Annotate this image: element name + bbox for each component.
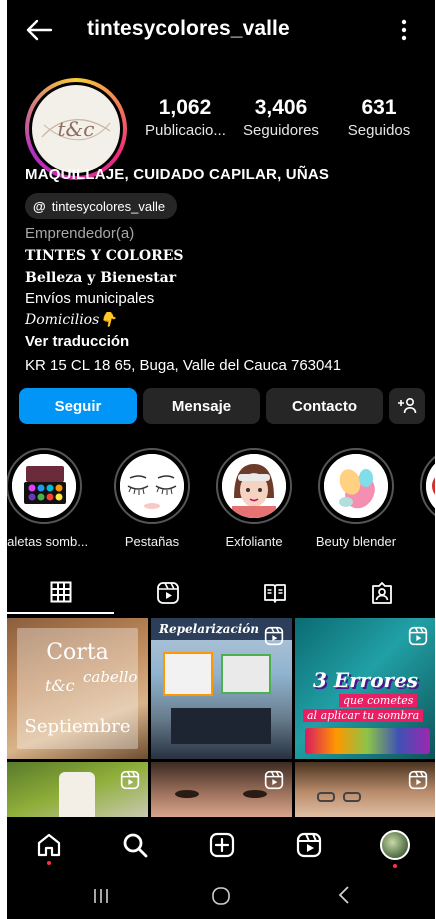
back-system-icon[interactable] [337,885,351,905]
profile-username: tintesycolores_valle [87,17,290,40]
highlight-label: Exfoliante [225,534,283,549]
add-person-icon [398,397,417,414]
post-text: Repelarización [159,622,260,636]
bio-tagline: Belleza y Bienestar [25,269,177,286]
message-button[interactable]: Mensaje [143,388,260,424]
face-mask-icon [222,454,286,518]
highlight-lashes[interactable]: Pestañas [107,448,197,549]
highlight-cover-icon [426,454,435,518]
post-text: cabello [83,668,138,686]
post-glasses [343,792,361,802]
product-shelf [171,708,271,744]
stat-label: Seguidos [347,122,411,139]
profile-bio: Emprendedor(a) TINTES Y COLORES Belleza … [25,224,430,376]
post-text: Septiembre [24,716,131,737]
stat-label: Seguidores [243,122,319,139]
translate-link[interactable]: Ver traducción [25,332,430,353]
bio-address[interactable]: KR 15 CL 18 65, Buga, Valle del Cauca 76… [25,356,430,377]
reel-badge-icon [408,626,428,646]
highlight-palettes[interactable]: paletas somb... [7,448,89,549]
contact-button[interactable]: Contacto [266,388,383,424]
profile-screen: tintesycolores_valle t&c 1,062 Publicaci… [7,0,435,919]
highlight-label: Beuty blender [315,534,397,549]
post-text: Corta [46,640,109,665]
more-options-icon[interactable] [399,18,409,42]
post-text: que cometes [339,694,418,707]
stat-value: 1,062 [158,96,212,119]
bio-line: Domicilios👇 [25,312,117,328]
bio-name: TINTES Y COLORES [25,247,184,264]
suggest-people-button[interactable] [389,388,425,424]
notification-dot [393,864,397,868]
threads-link[interactable]: @ tintesycolores_valle [25,193,178,219]
stat-following[interactable]: 631 Seguidos [341,96,417,142]
reel-badge-icon [264,626,284,646]
stat-posts[interactable]: 1,062 Publicacio... [145,96,226,142]
profile-avatar[interactable]: t&c [25,78,127,180]
bottom-navigation [7,817,435,873]
recent-apps-icon[interactable] [91,887,111,905]
highlight-exfoliant[interactable]: Exfoliante [209,448,299,549]
content-tabs [7,572,435,614]
stat-label: Publicacio... [145,122,226,139]
notification-dot [47,861,51,865]
tab-grid[interactable] [7,572,114,614]
threads-handle: tintesycolores_valle [51,198,166,214]
grid-icon [50,581,71,603]
tagged-person-icon [371,582,392,604]
post-eye [175,790,199,798]
post-thumbnail[interactable] [151,762,292,817]
tab-tagged[interactable] [328,572,435,614]
post-text: al aplicar tu sombra [303,709,424,722]
stat-followers[interactable]: 3,406 Seguidores [239,96,323,142]
reel-badge-icon [120,770,140,790]
avatar-logo-text: t&c [57,117,95,141]
tab-guides[interactable] [221,572,328,614]
top-bar: tintesycolores_valle [7,12,435,48]
home-icon[interactable] [35,831,63,859]
post-eye [243,790,267,798]
back-arrow-icon[interactable] [25,18,53,42]
bio-role: Emprendedor(a) [25,225,135,242]
profile-avatar-nav[interactable] [380,830,410,860]
highlight-label: Pestañas [124,534,180,549]
post-thumbnail[interactable]: Repelarización [151,618,292,759]
palette-strip [305,728,430,754]
eyeshadow-palette-icon [12,454,76,518]
stat-value: 3,406 [254,96,308,119]
bio-line: Envíos municipales [25,289,155,307]
post-thumbnail[interactable] [7,762,148,817]
reel-badge-icon [264,770,284,790]
product-box [163,652,213,696]
highlight-more[interactable] [413,448,435,524]
guides-book-icon [263,584,286,603]
reels-nav-icon[interactable] [295,831,323,859]
system-navigation [7,873,435,919]
post-text: 3 Errores [313,668,419,692]
threads-icon: @ [33,198,46,214]
create-post-icon[interactable] [208,831,236,859]
eyelashes-icon [120,454,184,518]
post-thumbnail[interactable]: Corta t&c cabello Septiembre [7,618,148,759]
reels-icon [156,582,179,604]
highlight-beauty-blender[interactable]: Beuty blender [311,448,401,549]
product-bottle [59,772,95,817]
profile-category: MAQUILLAJE, CUIDADO CAPILAR, UÑAS [25,166,330,183]
beauty-blender-icon [324,454,388,518]
stat-value: 631 [361,96,397,119]
post-text: t&c [45,676,75,695]
post-glasses [317,792,335,802]
reel-badge-icon [408,770,428,790]
follow-button[interactable]: Seguir [19,388,137,424]
profile-category-row: MAQUILLAJE, CUIDADO CAPILAR, UÑAS [25,166,425,183]
home-system-icon[interactable] [211,885,231,907]
post-thumbnail[interactable] [295,762,435,817]
search-icon[interactable] [121,831,149,859]
product-box [221,654,271,694]
tab-reels[interactable] [114,572,221,614]
post-thumbnail[interactable]: 3 Errores que cometes al aplicar tu somb… [295,618,435,759]
highlight-label: paletas somb... [7,534,89,549]
